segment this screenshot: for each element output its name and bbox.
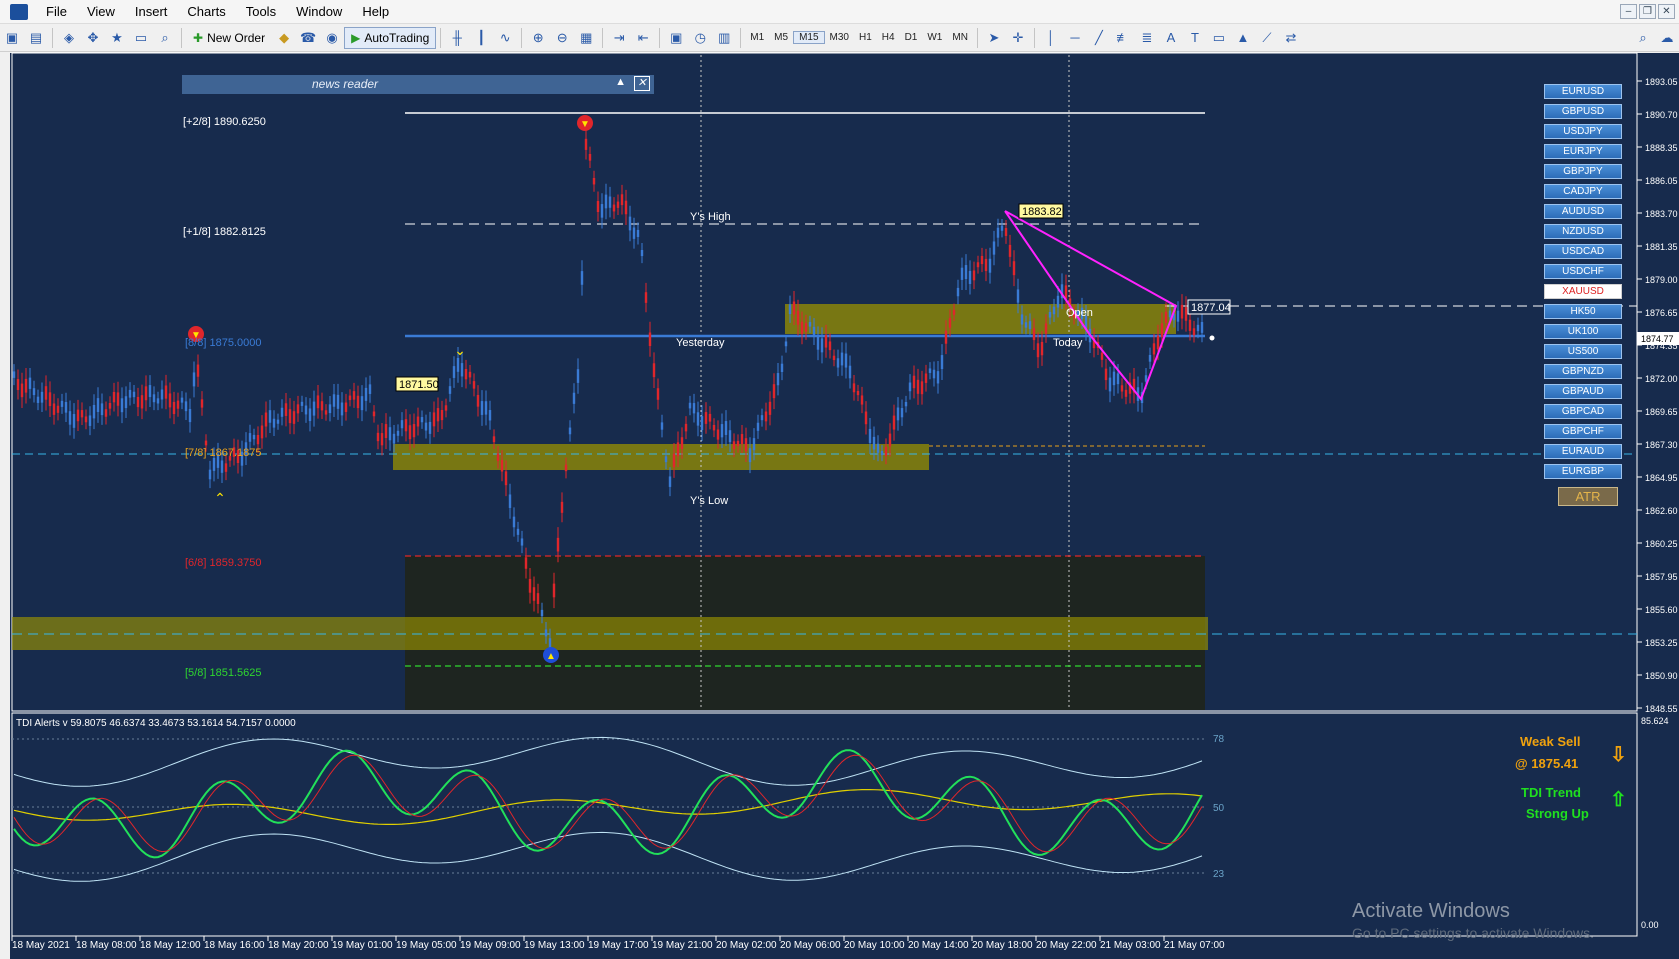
pair-button-gbpchf[interactable]: GBPCHF [1544,424,1622,439]
price-tick: 1888.35 [1645,143,1678,153]
pair-button-nzdusd[interactable]: NZDUSD [1544,224,1622,239]
pair-button-audusd[interactable]: AUDUSD [1544,204,1622,219]
price-tick: 1848.55 [1645,704,1678,714]
price-tag-1877: 1877.04 [1191,302,1231,314]
pair-button-gbpaud[interactable]: GBPAUD [1544,384,1622,399]
time-tick: 20 May 18:00 [972,940,1033,951]
price-tick: 1883.70 [1645,209,1678,219]
ys-low-label: Y's Low [690,495,728,507]
fractal-down-icon: ⌄ [454,342,466,358]
price-tick: 1862.60 [1645,506,1678,516]
time-tick: 19 May 09:00 [460,940,521,951]
svg-text:▼: ▼ [580,119,590,130]
activate-windows-subtitle: Go to PC settings to activate Windows. [1352,925,1594,941]
current-price-label: 1874.77 [1641,334,1674,344]
time-tick: 19 May 05:00 [396,940,457,951]
news-reader-bar[interactable]: news reader ▲ ✕ [182,75,654,94]
time-tick: 20 May 06:00 [780,940,841,951]
activate-windows-title: Activate Windows [1352,900,1510,922]
time-tick: 20 May 14:00 [908,940,969,951]
time-tick: 19 May 17:00 [588,940,649,951]
time-tick: 21 May 03:00 [1100,940,1161,951]
svg-text:▲: ▲ [546,651,556,662]
price-tick: 1860.25 [1645,539,1678,549]
price-tick: 1855.60 [1645,605,1678,615]
time-tick: 21 May 07:00 [1164,940,1225,951]
pair-button-eurjpy[interactable]: EURJPY [1544,144,1622,159]
murrey-6: [6/8] 1859.3750 [185,557,261,569]
pair-button-gbpusd[interactable]: GBPUSD [1544,104,1622,119]
pair-button-euraud[interactable]: EURAUD [1544,444,1622,459]
indicator-axis-bottom: 0.00 [1641,920,1659,930]
price-tick: 1879.00 [1645,275,1678,285]
time-tick: 20 May 02:00 [716,940,777,951]
murrey-7: [7/8] 1867.1875 [185,447,261,459]
price-tick: 1886.05 [1645,176,1678,186]
level-23: 23 [1213,869,1225,880]
yesterday-low-zone [393,444,929,470]
time-tick: 20 May 10:00 [844,940,905,951]
open-label: Open [1066,307,1093,319]
time-tick: 19 May 01:00 [332,940,393,951]
pair-button-us500[interactable]: US500 [1544,344,1622,359]
trend-value: Strong Up [1526,806,1589,821]
price-tick: 1857.95 [1645,572,1678,582]
pair-button-gbpnzd[interactable]: GBPNZD [1544,364,1622,379]
price-tag-1883: 1883.82 [1022,206,1062,218]
time-tick: 18 May 16:00 [204,940,265,951]
murrey-5: [5/8] 1851.5625 [185,667,261,679]
murrey-plus1: [+1/8] 1882.8125 [183,226,266,238]
trend-label: TDI Trend [1521,785,1581,800]
price-tick: 1893.05 [1645,77,1678,87]
arrow-up-icon: ⇧ [1610,789,1627,811]
pair-button-gbpcad[interactable]: GBPCAD [1544,404,1622,419]
indicator-axis-top: 85.624 [1641,716,1669,726]
level-78: 78 [1213,734,1225,745]
murrey-plus2: [+2/8] 1890.6250 [183,116,266,128]
signal-price: @ 1875.41 [1515,756,1579,771]
pair-button-xauusd[interactable]: XAUUSD [1544,284,1622,299]
level-50: 50 [1213,803,1225,814]
price-tick: 1853.25 [1645,638,1678,648]
signal-label: Weak Sell [1520,734,1581,749]
price-tick: 1867.30 [1645,440,1678,450]
yesterday-label: Yesterday [676,337,725,349]
today-label: Today [1053,337,1083,349]
pair-button-usdchf[interactable]: USDCHF [1544,264,1622,279]
pair-button-usdcad[interactable]: USDCAD [1544,244,1622,259]
time-tick: 19 May 13:00 [524,940,585,951]
price-tick: 1850.90 [1645,671,1678,681]
pair-button-usdjpy[interactable]: USDJPY [1544,124,1622,139]
pair-button-gbpjpy[interactable]: GBPJPY [1544,164,1622,179]
collapse-icon[interactable]: ▲ [615,76,626,88]
price-tick: 1869.65 [1645,407,1678,417]
pair-button-eurusd[interactable]: EURUSD [1544,84,1622,99]
time-tick: 18 May 20:00 [268,940,329,951]
price-tick: 1872.00 [1645,374,1678,384]
indicator-title: TDI Alerts v 59.8075 46.6374 33.4673 53.… [16,718,296,729]
pair-button-eurgbp[interactable]: EURGBP [1544,464,1622,479]
news-reader-title: news reader [312,77,379,91]
arrow-down-icon: ⇩ [1610,744,1627,766]
price-tick: 1864.95 [1645,473,1678,483]
price-tag-1871: 1871.50 [399,379,439,391]
price-tick: 1881.35 [1645,242,1678,252]
pair-button-hk50[interactable]: HK50 [1544,304,1622,319]
time-tick: 18 May 12:00 [140,940,201,951]
pair-button-cadjpy[interactable]: CADJPY [1544,184,1622,199]
time-tick: 18 May 08:00 [76,940,137,951]
time-tick: 19 May 21:00 [652,940,713,951]
murrey-8: [8/8] 1875.0000 [185,337,261,349]
price-tick: 1876.65 [1645,308,1678,318]
time-tick: 18 May 2021 [12,940,70,951]
fractal-up-icon: ⌃ [214,490,226,506]
time-tick: 20 May 22:00 [1036,940,1097,951]
open-zone [785,304,1176,334]
close-icon[interactable]: ✕ [634,76,650,91]
ys-high-label: Y's High [690,211,731,223]
atr-button[interactable]: ATR [1558,487,1618,506]
price-chart[interactable]: ▼ ▼ ▲ ⌄ ⌃ Y's High Y's Low Yesterday Tod… [0,0,1679,959]
price-tick: 1890.70 [1645,110,1678,120]
pair-button-uk100[interactable]: UK100 [1544,324,1622,339]
